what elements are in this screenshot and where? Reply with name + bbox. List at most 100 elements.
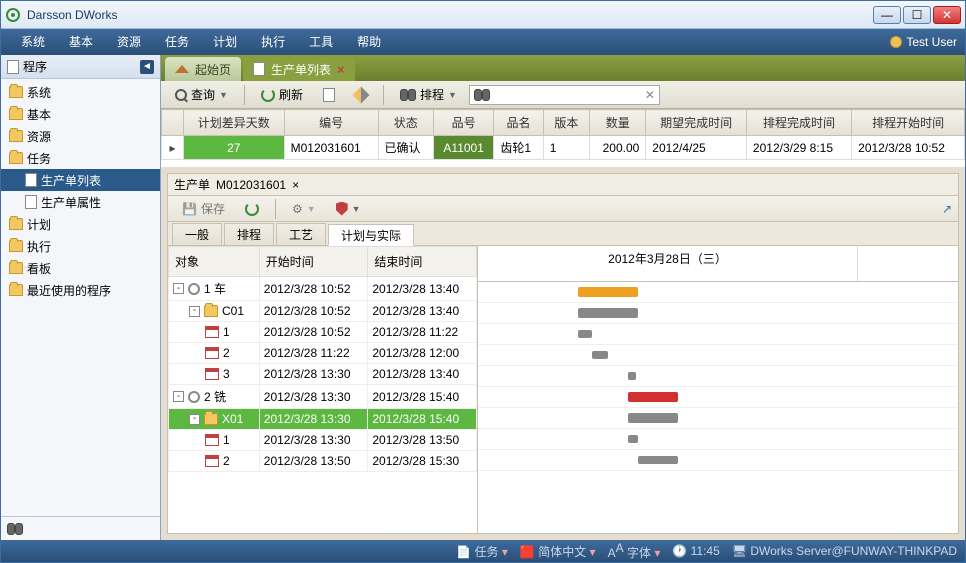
detail-row[interactable]: 32012/3/28 13:302012/3/28 13:40 <box>169 364 477 385</box>
inner-tab-process[interactable]: 工艺 <box>276 223 326 245</box>
filter-box[interactable]: ✕ <box>469 85 660 105</box>
col-start[interactable]: 开始时间 <box>259 247 368 277</box>
menu-help[interactable]: 帮助 <box>345 29 393 55</box>
query-button[interactable]: 查询▼ <box>167 84 236 106</box>
schedule-button[interactable]: 排程 ▼ <box>392 84 465 106</box>
detail-row[interactable]: 12012/3/28 10:522012/3/28 11:22 <box>169 322 477 343</box>
detail-tree-grid[interactable]: 对象 开始时间 结束时间 -1 车2012/3/28 10:522012/3/2… <box>168 246 478 533</box>
tree-toggle[interactable]: - <box>173 283 184 294</box>
grid-col[interactable]: 数量 <box>590 110 646 136</box>
sidebar-item-基本[interactable]: 基本 <box>1 103 160 125</box>
minimize-button[interactable]: — <box>873 6 901 24</box>
menu-plan[interactable]: 计划 <box>201 29 249 55</box>
sidebar-item-最近使用的程序[interactable]: 最近使用的程序 <box>1 279 160 301</box>
shield-button[interactable]: ▼ <box>328 198 369 220</box>
col-object[interactable]: 对象 <box>169 247 260 277</box>
status-task[interactable]: 📄 任务 ▾ <box>456 543 508 560</box>
grid-col[interactable]: 期望完成时间 <box>646 110 747 136</box>
tab-start-page[interactable]: 起始页 <box>165 57 241 81</box>
gantt-bar[interactable] <box>592 351 608 359</box>
popout-button[interactable]: ↗ <box>942 202 952 216</box>
sidebar-item-生产单属性[interactable]: 生产单属性 <box>1 191 160 213</box>
gear-icon <box>188 283 200 295</box>
inner-tab-general[interactable]: 一般 <box>172 223 222 245</box>
col-end[interactable]: 结束时间 <box>368 247 477 277</box>
grid-col[interactable]: 品名 <box>494 110 543 136</box>
user-name: Test User <box>906 35 957 49</box>
grid-col[interactable]: 编号 <box>284 110 378 136</box>
menu-tools[interactable]: 工具 <box>297 29 345 55</box>
sidebar-item-资源[interactable]: 资源 <box>1 125 160 147</box>
sidebar-item-看板[interactable]: 看板 <box>1 257 160 279</box>
edit-button[interactable] <box>347 84 375 106</box>
gantt-chart[interactable]: 2012年3月28日（三） 2012年 <box>478 246 958 533</box>
gantt-bar[interactable] <box>628 435 638 443</box>
cal-icon <box>205 347 219 359</box>
grid-col[interactable]: 状态 <box>378 110 433 136</box>
refresh-button[interactable]: 刷新 <box>253 84 311 106</box>
gantt-bar[interactable] <box>628 413 678 423</box>
sidebar-item-计划[interactable]: 计划 <box>1 213 160 235</box>
tab-close-icon[interactable]: × <box>337 62 345 77</box>
gantt-bar[interactable] <box>628 372 636 380</box>
detail-close-icon[interactable]: × <box>292 178 299 192</box>
sidebar-collapse-button[interactable]: ◄ <box>140 60 154 74</box>
row-label: 2 <box>223 454 230 468</box>
menu-task[interactable]: 任务 <box>153 29 201 55</box>
current-user[interactable]: Test User <box>890 35 957 49</box>
close-button[interactable]: ✕ <box>933 6 961 24</box>
tree-toggle[interactable]: - <box>189 414 200 425</box>
grid-col[interactable]: 计划差异天数 <box>184 110 285 136</box>
detail-row[interactable]: -C012012/3/28 10:522012/3/28 13:40 <box>169 301 477 322</box>
folder-icon <box>9 218 23 230</box>
sidebar-item-任务[interactable]: 任务 <box>1 147 160 169</box>
chevron-down-icon: ▼ <box>219 90 228 100</box>
menu-exec[interactable]: 执行 <box>249 29 297 55</box>
status-lang[interactable]: 🟥 简体中文 ▾ <box>520 543 596 560</box>
gantt-row <box>478 345 958 366</box>
save-button[interactable]: 💾保存 <box>174 198 233 220</box>
grid-col[interactable]: 排程开始时间 <box>852 110 965 136</box>
tree-toggle[interactable]: - <box>173 391 184 402</box>
menu-resource[interactable]: 资源 <box>105 29 153 55</box>
sidebar-item-系统[interactable]: 系统 <box>1 81 160 103</box>
detail-row[interactable]: 22012/3/28 13:502012/3/28 15:30 <box>169 451 477 472</box>
tree-toggle[interactable]: - <box>189 306 200 317</box>
detail-row[interactable]: 22012/3/28 11:222012/3/28 12:00 <box>169 343 477 364</box>
detail-action-button[interactable]: ⚙▼ <box>284 198 324 220</box>
table-row[interactable]: ▸27M012031601已确认A11001齿轮11200.002012/4/2… <box>162 136 965 160</box>
detail-row[interactable]: 12012/3/28 13:302012/3/28 13:50 <box>169 430 477 451</box>
production-grid[interactable]: 计划差异天数编号状态品号品名版本数量期望完成时间排程完成时间排程开始时间 ▸27… <box>161 109 965 167</box>
tab-production-list[interactable]: 生产单列表 × <box>243 57 355 81</box>
menu-system[interactable]: 系统 <box>9 29 57 55</box>
gantt-bar[interactable] <box>578 308 638 318</box>
maximize-button[interactable]: ☐ <box>903 6 931 24</box>
detail-refresh-button[interactable] <box>237 198 267 220</box>
new-button[interactable] <box>315 84 343 106</box>
sidebar-item-生产单列表[interactable]: 生产单列表 <box>1 169 160 191</box>
gantt-bar[interactable] <box>578 330 592 338</box>
program-icon <box>7 60 19 74</box>
grid-col[interactable]: 版本 <box>543 110 589 136</box>
sidebar-item-执行[interactable]: 执行 <box>1 235 160 257</box>
gantt-bar[interactable] <box>578 287 638 297</box>
gantt-row <box>478 303 958 324</box>
btn-label: 排程 <box>420 86 444 103</box>
detail-tab-strip: 生产单 M012031601 × <box>168 174 958 196</box>
gantt-bar[interactable] <box>628 392 678 402</box>
detail-row[interactable]: -X012012/3/28 13:302012/3/28 15:40 <box>169 409 477 430</box>
gantt-bar[interactable] <box>638 456 678 464</box>
grid-col[interactable]: 排程完成时间 <box>746 110 851 136</box>
filter-input[interactable] <box>490 88 645 102</box>
status-font[interactable]: AA 字体 ▾ <box>608 541 661 561</box>
chevron-down-icon: ▼ <box>448 90 457 100</box>
inner-tab-schedule[interactable]: 排程 <box>224 223 274 245</box>
detail-row[interactable]: -1 车2012/3/28 10:522012/3/28 13:40 <box>169 277 477 301</box>
grid-col[interactable]: 品号 <box>433 110 493 136</box>
binoculars-icon[interactable] <box>7 523 23 535</box>
inner-tab-plan-actual[interactable]: 计划与实际 <box>328 224 414 246</box>
clear-icon[interactable]: ✕ <box>645 88 655 102</box>
detail-row[interactable]: -2 铣2012/3/28 13:302012/3/28 15:40 <box>169 385 477 409</box>
menu-basic[interactable]: 基本 <box>57 29 105 55</box>
user-icon <box>890 36 902 48</box>
